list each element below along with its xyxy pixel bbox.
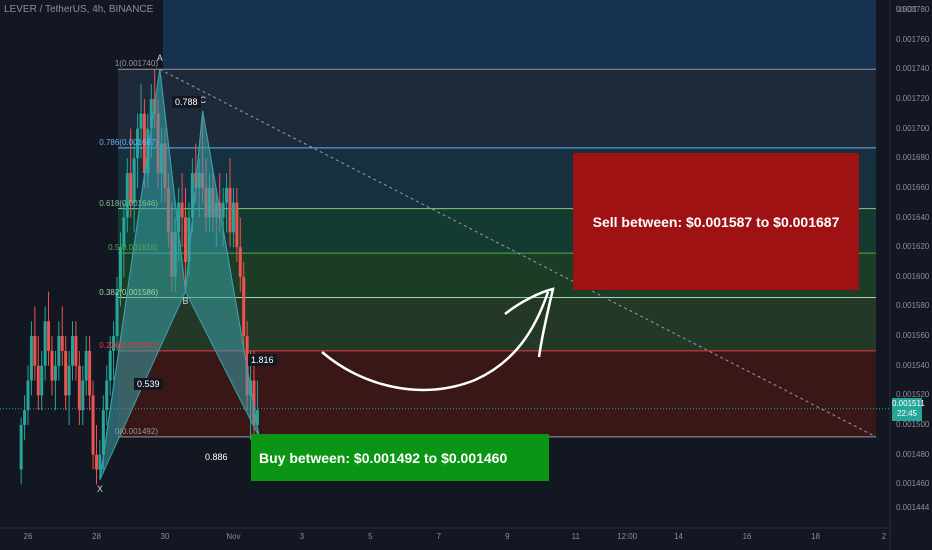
price-tick: 0.001600 <box>896 271 930 281</box>
time-tick: 14 <box>674 532 683 541</box>
candle-body <box>60 336 64 351</box>
price-tick: 0.001480 <box>896 449 930 459</box>
candle-body <box>228 187 232 233</box>
fib-level-label: 0(0.001492) <box>114 426 158 436</box>
buy-zone-text: Buy between: $0.001492 to $0.001460 <box>259 449 508 466</box>
fib-level-label: 1(0.001740) <box>114 59 158 69</box>
candle-body <box>74 336 78 366</box>
price-tick: 0.001720 <box>896 93 930 103</box>
price-tick: 0.001580 <box>896 301 930 311</box>
time-tick: 5 <box>368 532 373 541</box>
candle-body <box>33 336 37 366</box>
current-price-badge: 0.001511 22:45 <box>892 397 925 421</box>
candle-body <box>184 217 188 262</box>
sell-zone-box: Sell between: $0.001587 to $0.001687 <box>573 153 859 290</box>
candle-body <box>26 380 30 411</box>
candle-body <box>71 336 75 366</box>
candle-body <box>115 291 119 337</box>
candle-body <box>77 365 81 411</box>
fib-level-label: 0.382(0.001586) <box>99 287 158 297</box>
time-tick: 30 <box>160 532 170 541</box>
time-tick: 9 <box>505 532 510 541</box>
candle-body <box>98 454 102 470</box>
price-tick: 0.001680 <box>896 153 930 163</box>
time-tick: 28 <box>92 532 101 541</box>
candle-body <box>225 187 229 203</box>
pattern-point-x: X <box>96 483 103 494</box>
fib-level-label: 0.786(0.001687) <box>99 137 158 147</box>
price-tick: 0.001560 <box>896 331 930 341</box>
time-tick: 16 <box>742 532 752 541</box>
price-tick: 0.001444 <box>896 503 930 512</box>
candle-body <box>235 202 239 248</box>
price-tick: 0.001760 <box>896 34 930 44</box>
ratio-label: 0.539 <box>134 378 163 390</box>
ratio-label: 0.788 <box>172 96 201 108</box>
time-tick: 12:00 <box>617 532 638 541</box>
time-tick: 18 <box>811 532 820 541</box>
candle-body <box>47 321 51 351</box>
time-tick: 26 <box>23 532 33 541</box>
candle-body <box>132 158 136 203</box>
candle-body <box>84 350 88 381</box>
price-tick: 0.001620 <box>896 242 930 252</box>
candle-body <box>19 425 23 470</box>
price-tick: 0.001780 <box>896 5 930 14</box>
candle-body <box>125 173 129 218</box>
candle-body <box>88 350 92 396</box>
pattern-point-c: C <box>199 94 207 105</box>
price-tick: 0.001660 <box>896 182 930 192</box>
candle-body <box>242 276 246 337</box>
candle-body <box>36 365 40 396</box>
candle-body <box>231 202 235 233</box>
pattern-point-b: B <box>182 295 189 306</box>
top-zone <box>163 0 876 70</box>
candle-body <box>57 336 61 366</box>
candle-body <box>221 202 225 218</box>
price-tick: 0.001640 <box>896 212 930 222</box>
ratio-label: 0.886 <box>202 451 231 463</box>
candle-body <box>67 365 71 396</box>
candle-body <box>108 350 112 381</box>
price-tick: 0.001540 <box>896 360 930 370</box>
fib-level-label: 0.236(0.001550) <box>99 340 158 350</box>
candle-body <box>29 336 33 381</box>
candle-body <box>180 202 184 218</box>
candle-body <box>40 365 44 396</box>
fib-level-label: 0.618(0.001646) <box>99 198 158 208</box>
time-tick: 11 <box>571 532 580 541</box>
candle-body <box>105 380 109 411</box>
time-tick: 2 <box>881 532 887 541</box>
symbol-title[interactable]: LEVER / TetherUS, 4h, BINANCE <box>4 4 153 15</box>
candle-body <box>238 247 242 277</box>
candle-body <box>91 395 95 455</box>
candle-body <box>64 350 68 396</box>
sell-zone-text: Sell between: $0.001587 to $0.001687 <box>592 213 840 230</box>
time-tick: 7 <box>436 532 442 541</box>
fib-level-label: 0.5(0.001616) <box>108 243 158 253</box>
candle-body <box>23 410 27 425</box>
candle-body <box>94 454 98 470</box>
price-tick: 0.001500 <box>896 420 930 429</box>
price-tick: 0.001700 <box>896 123 930 133</box>
candle-body <box>118 247 122 292</box>
price-tick: 0.001740 <box>896 64 930 74</box>
bar-countdown: 22:45 <box>896 408 918 418</box>
current-price-value: 0.001511 <box>892 398 925 408</box>
pattern-point-a: A <box>156 53 163 64</box>
price-tick: 0.001460 <box>896 479 930 489</box>
time-tick: Nov <box>226 532 241 541</box>
candle-body <box>50 350 54 381</box>
candle-body <box>81 380 85 411</box>
fib-zone <box>118 69 876 148</box>
buy-zone-box: Buy between: $0.001492 to $0.001460 <box>251 434 549 481</box>
candle-body <box>53 365 57 381</box>
candle-body <box>139 113 143 129</box>
candle-body <box>43 321 47 366</box>
ratio-label: 1.816 <box>248 354 277 366</box>
time-tick: 3 <box>299 532 305 541</box>
